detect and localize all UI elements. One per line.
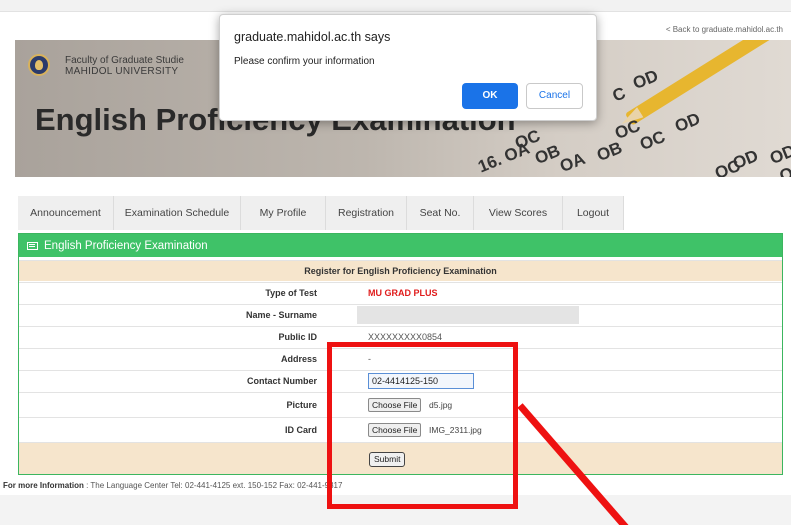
contact-label: Contact Number: [246, 376, 317, 386]
panel-heading: English Proficiency Examination: [44, 239, 208, 252]
main-nav: Announcement Examination Schedule My Pro…: [18, 196, 624, 230]
public-id-label: Public ID: [278, 332, 317, 342]
picture-label: Picture: [286, 400, 317, 410]
form-title-row: Register for English Proficiency Examina…: [19, 260, 782, 281]
confirm-dialog: graduate.mahidol.ac.th says Please confi…: [219, 14, 597, 121]
university-seal-logo: [28, 54, 50, 76]
dialog-title: graduate.mahidol.ac.th says: [234, 30, 391, 44]
panel-header: English Proficiency Examination: [19, 234, 782, 257]
name-label: Name - Surname: [245, 310, 317, 320]
tab-seat-no[interactable]: Seat No.: [407, 196, 474, 230]
type-of-test-label: Type of Test: [265, 288, 317, 298]
tab-my-profile[interactable]: My Profile: [241, 196, 326, 230]
answer-sheet-mark: OD: [672, 108, 703, 137]
back-to-graduate-link[interactable]: < Back to graduate.mahidol.ac.th: [666, 25, 783, 34]
footer-info: For more Information : The Language Cent…: [3, 481, 342, 490]
tab-registration[interactable]: Registration: [326, 196, 407, 230]
faculty-name: Faculty of Graduate Studie: [65, 55, 184, 66]
id-card-label: ID Card: [284, 425, 317, 435]
address-label: Address: [280, 354, 317, 364]
tab-announcement[interactable]: Announcement: [18, 196, 114, 230]
form-title: Register for English Proficiency Examina…: [304, 266, 497, 276]
type-of-test-row: Type of Test MU GRAD PLUS: [19, 282, 782, 303]
university-name: MAHIDOL UNIVERSITY: [65, 66, 179, 77]
footer-text: : The Language Center Tel: 02-441-4125 e…: [83, 481, 343, 490]
tab-view-scores[interactable]: View Scores: [474, 196, 563, 230]
tab-examination-schedule[interactable]: Examination Schedule: [114, 196, 241, 230]
page: < Back to graduate.mahidol.ac.th Faculty…: [0, 0, 791, 525]
list-icon: [27, 241, 38, 250]
red-highlight-box: [327, 342, 518, 509]
footer-label: For more Information: [3, 481, 84, 490]
dialog-message: Please confirm your information: [234, 56, 375, 67]
answer-sheet-mark: C: [609, 83, 629, 106]
name-value-redacted: [357, 306, 579, 324]
top-bar: [0, 0, 791, 12]
tab-logout[interactable]: Logout: [563, 196, 624, 230]
answer-sheet-mark: OD: [630, 65, 661, 94]
type-of-test-value: MU GRAD PLUS: [368, 288, 438, 298]
dialog-cancel-button[interactable]: Cancel: [526, 83, 583, 109]
dialog-ok-button[interactable]: OK: [462, 83, 518, 109]
name-row: Name - Surname: [19, 304, 782, 325]
answer-sheet-mark: OA: [557, 148, 588, 177]
